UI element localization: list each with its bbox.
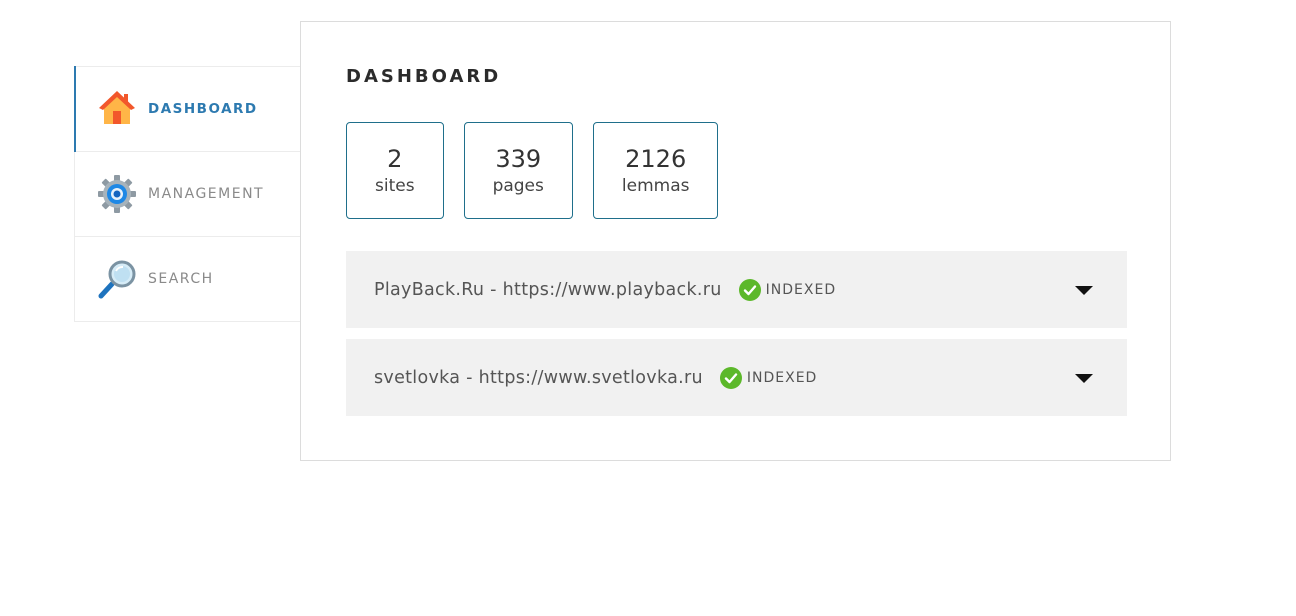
stat-lemmas: 2126 lemmas bbox=[592, 122, 719, 219]
stat-label: sites bbox=[375, 176, 415, 197]
house-icon bbox=[97, 89, 137, 129]
sidebar-item-label: SEARCH bbox=[148, 271, 214, 287]
sidebar-item-dashboard[interactable]: DASHBOARD bbox=[74, 66, 300, 152]
stat-value: 2126 bbox=[625, 144, 687, 173]
gear-icon bbox=[97, 174, 137, 214]
site-row-playback[interactable]: PlayBack.Ru - https://www.playback.ru IN… bbox=[346, 251, 1127, 328]
stat-value: 339 bbox=[495, 144, 542, 173]
status-text: INDEXED bbox=[746, 369, 818, 386]
stat-label: lemmas bbox=[621, 176, 690, 197]
status-badge: INDEXED bbox=[738, 278, 837, 301]
page-title: DASHBOARD bbox=[346, 66, 502, 87]
stats-row: 2 sites 339 pages 2126 lemmas bbox=[346, 122, 738, 219]
site-name: svetlovka - https://www.svetlovka.ru bbox=[374, 367, 703, 388]
check-circle-icon bbox=[738, 278, 761, 301]
site-row-svetlovka[interactable]: svetlovka - https://www.svetlovka.ru IND… bbox=[346, 339, 1127, 416]
magnifier-icon bbox=[97, 259, 137, 299]
stat-label: pages bbox=[492, 176, 544, 197]
status-text: INDEXED bbox=[765, 281, 837, 298]
sidebar-item-search[interactable]: SEARCH bbox=[75, 237, 300, 321]
sidebar: DASHBOARD MANAGEMENT SEARCH bbox=[74, 66, 300, 322]
stat-sites: 2 sites bbox=[346, 122, 444, 219]
chevron-down-icon[interactable] bbox=[1075, 373, 1093, 383]
status-badge: INDEXED bbox=[719, 366, 818, 389]
sidebar-item-management[interactable]: MANAGEMENT bbox=[75, 152, 300, 237]
sidebar-item-label: MANAGEMENT bbox=[148, 186, 265, 202]
stat-value: 2 bbox=[387, 144, 403, 173]
sidebar-item-label: DASHBOARD bbox=[148, 101, 258, 117]
chevron-down-icon[interactable] bbox=[1075, 285, 1093, 295]
dashboard-panel: DASHBOARD 2 sites 339 pages 2126 lemmas … bbox=[300, 21, 1171, 461]
site-name: PlayBack.Ru - https://www.playback.ru bbox=[374, 279, 722, 300]
stat-pages: 339 pages bbox=[463, 122, 573, 219]
check-circle-icon bbox=[719, 366, 742, 389]
